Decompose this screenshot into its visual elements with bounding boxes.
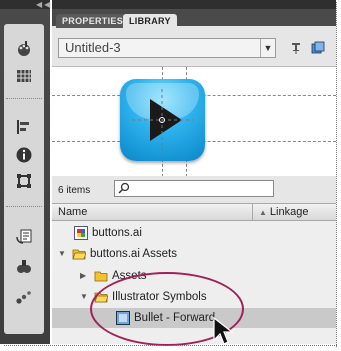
play-button-graphic bbox=[120, 79, 205, 161]
document-select-value: Untitled-3 bbox=[65, 40, 121, 55]
tool-strip: ◀◀ bbox=[0, 0, 50, 344]
library-toolbar: 6 items bbox=[52, 176, 336, 202]
tool-strip-divider bbox=[6, 98, 42, 99]
column-header-name[interactable]: Name bbox=[58, 206, 87, 218]
search-icon bbox=[118, 182, 130, 194]
list-item-label: buttons.ai Assets bbox=[90, 248, 177, 260]
panel-tab-bar: PROPERTIES LIBRARY bbox=[52, 0, 336, 28]
disclosure-collapsed-icon[interactable]: ▶ bbox=[80, 266, 86, 286]
column-header-linkage[interactable]: ▲ Linkage bbox=[252, 204, 308, 220]
search-input[interactable] bbox=[114, 180, 274, 197]
folder-icon bbox=[72, 247, 87, 261]
column-header-linkage-label: Linkage bbox=[269, 206, 309, 218]
components-icon[interactable] bbox=[12, 256, 36, 278]
tool-strip-grip[interactable]: ◀◀ bbox=[0, 0, 50, 9]
screenshot-edge bbox=[336, 2, 337, 347]
color-palette-tool-icon[interactable] bbox=[12, 38, 36, 60]
tool-strip-divider bbox=[6, 206, 42, 207]
symbol-preview bbox=[52, 66, 336, 178]
sort-ascending-icon: ▲ bbox=[259, 208, 267, 217]
list-item[interactable]: ▼ buttons.ai Assets bbox=[52, 244, 336, 264]
folder-icon bbox=[94, 269, 108, 283]
screenshot-edge bbox=[4, 345, 337, 346]
info-icon[interactable] bbox=[12, 144, 36, 166]
chevron-down-icon[interactable]: ▼ bbox=[260, 39, 275, 57]
swatches-grid-icon[interactable] bbox=[12, 65, 36, 87]
motion-presets-icon[interactable] bbox=[12, 286, 36, 308]
align-icon[interactable] bbox=[12, 116, 36, 138]
library-column-header: Name ▲ Linkage bbox=[52, 203, 336, 221]
list-item-label: buttons.ai bbox=[92, 227, 142, 239]
ai-file-icon bbox=[74, 226, 88, 240]
mouse-pointer-icon bbox=[213, 316, 234, 345]
list-item[interactable]: buttons.ai bbox=[52, 223, 336, 243]
panel-grip[interactable] bbox=[52, 0, 336, 9]
code-snippets-icon[interactable] bbox=[12, 226, 36, 248]
new-library-panel-icon[interactable] bbox=[310, 40, 326, 56]
transform-icon[interactable] bbox=[12, 170, 36, 192]
document-select[interactable]: Untitled-3 ▼ bbox=[58, 38, 276, 58]
tab-properties[interactable]: PROPERTIES bbox=[56, 14, 130, 28]
disclosure-expanded-icon[interactable]: ▼ bbox=[80, 287, 88, 307]
tab-library[interactable]: LIBRARY bbox=[123, 14, 177, 28]
flash-workspace: ◀◀ PROPERTIES LIBRARY Untitled-3 ▼ 6 ite… bbox=[0, 0, 341, 351]
pin-library-icon[interactable] bbox=[288, 40, 304, 56]
disclosure-expanded-icon[interactable]: ▼ bbox=[58, 244, 66, 264]
item-count: 6 items bbox=[58, 185, 91, 196]
